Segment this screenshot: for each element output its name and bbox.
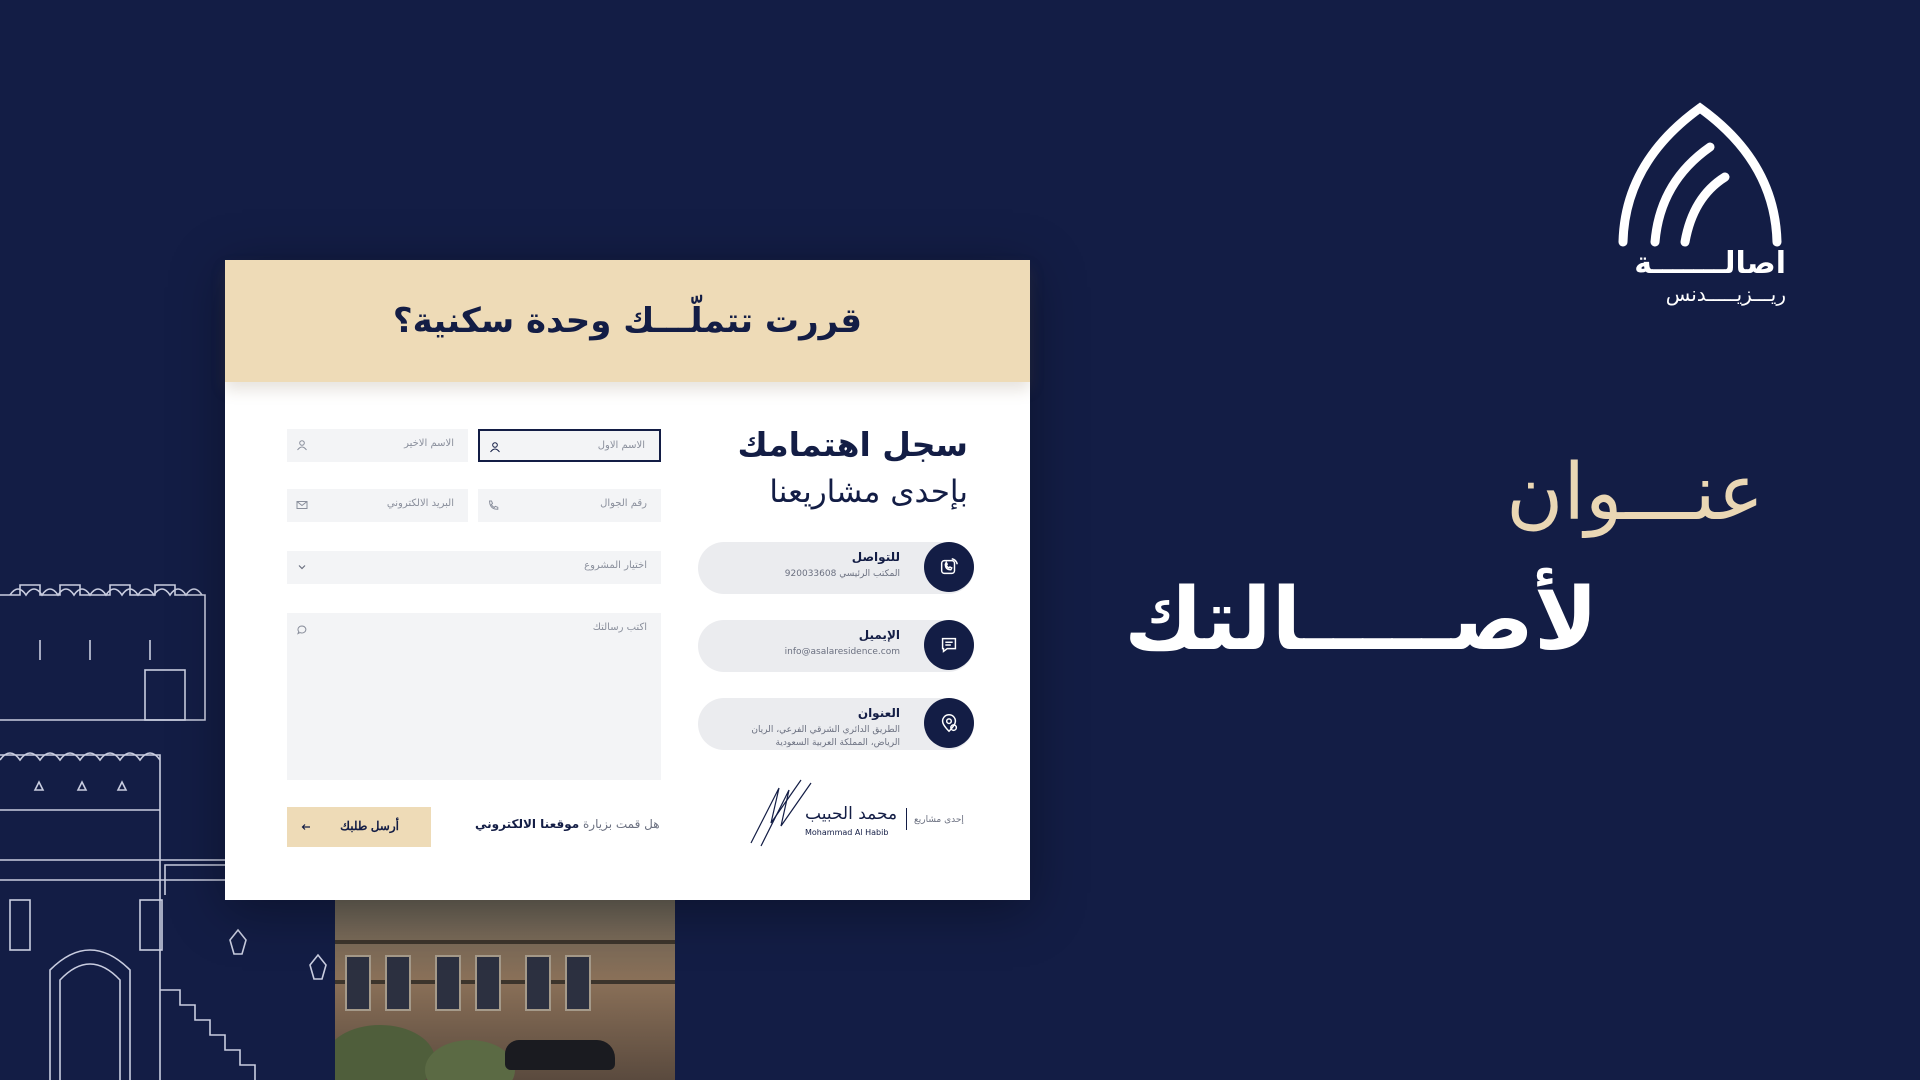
signature-divider xyxy=(906,808,907,830)
first-name-field[interactable]: الاسم الاول xyxy=(478,429,661,462)
arch-logo-icon xyxy=(1618,102,1782,247)
message-textarea[interactable]: اكتب رسالتك xyxy=(287,613,661,780)
signature-name-ar: محمد الحبيب xyxy=(805,804,898,824)
projects-subheading: بإحدى مشاريعنا xyxy=(769,474,968,510)
contact-address-text: الطريق الدائري الشرقي الفرعي، الريان الر… xyxy=(700,724,900,750)
register-interest-heading: سجل اهتمامك xyxy=(737,425,968,464)
chat-icon xyxy=(924,620,974,670)
contact-address-item[interactable]: العنوان الطريق الدائري الشرقي الفرعي، ال… xyxy=(698,698,974,750)
card-title: قررت تتملّـــك وحدة سكنية؟ xyxy=(392,301,863,341)
registration-card: قررت تتملّـــك وحدة سكنية؟ سجل اهتمامك ب… xyxy=(225,260,1030,900)
building-photo xyxy=(335,900,675,1080)
logo-name: اصالـــــــة xyxy=(1634,246,1786,281)
website-link[interactable]: موقعنا الالكتروني xyxy=(475,817,579,831)
message-placeholder: اكتب رسالتك xyxy=(592,622,647,633)
location-icon xyxy=(924,698,974,748)
contact-address-title: العنوان xyxy=(857,706,900,720)
first-name-placeholder: الاسم الاول xyxy=(597,440,645,451)
project-placeholder: اختيار المشروع xyxy=(584,560,647,571)
contact-phone-item[interactable]: للتواصل المكتب الرئيسي 920033608 xyxy=(698,542,974,594)
logo-subtitle: ريـــزيـــــدنس xyxy=(1665,282,1786,306)
visit-website-text: هل قمت بزيارة موقعنا الالكتروني xyxy=(475,817,660,831)
brand-logo: اصالـــــــة ريـــزيـــــدنس xyxy=(1615,102,1790,312)
user-icon xyxy=(297,440,307,451)
project-select[interactable]: اختيار المشروع xyxy=(287,551,661,584)
signature-name-en: Mohammad Al Habib xyxy=(805,828,889,837)
email-field[interactable]: البريد الالكتروني xyxy=(287,489,468,522)
contact-address-line-1: الطريق الدائري الشرقي الفرعي، الريان xyxy=(751,725,900,735)
headline-line-1: عنـــوان xyxy=(1506,448,1764,538)
contact-address-line-2: الرياض، المملكة العربية السعودية xyxy=(775,738,900,748)
last-name-placeholder: الاسم الاخير xyxy=(404,438,454,449)
developer-signature: محمد الحبيب Mohammad Al Habib إحدى مشاري… xyxy=(749,778,971,848)
contact-email-item[interactable]: الإيميل info@asalaresidence.com xyxy=(698,620,974,672)
phone-icon xyxy=(924,542,974,592)
email-placeholder: البريد الالكتروني xyxy=(386,498,454,509)
contact-phone-text: المكتب الرئيسي 920033608 xyxy=(784,569,900,579)
user-icon xyxy=(490,442,500,453)
phone-small-icon xyxy=(488,500,499,510)
visit-prefix: هل قمت بزيارة xyxy=(583,817,660,831)
arrow-left-icon xyxy=(301,824,310,830)
last-name-field[interactable]: الاسم الاخير xyxy=(287,429,468,462)
contact-phone-title: للتواصل xyxy=(851,550,900,564)
signature-label: إحدى مشاريع xyxy=(914,815,964,825)
mail-icon xyxy=(296,501,308,509)
chevron-down-icon xyxy=(298,565,306,570)
submit-label: أرسل طلبك xyxy=(340,819,399,833)
contact-email-text: info@asalaresidence.com xyxy=(784,647,900,657)
phone-field[interactable]: رقم الجوال xyxy=(478,489,661,522)
contact-email-title: الإيميل xyxy=(858,628,900,642)
phone-placeholder: رقم الجوال xyxy=(600,498,647,509)
headline-line-2: لأصـــــالتك xyxy=(1124,570,1598,670)
submit-button[interactable]: أرسل طلبك xyxy=(287,807,431,847)
comment-icon xyxy=(297,625,307,635)
card-header: قررت تتملّـــك وحدة سكنية؟ xyxy=(225,260,1030,382)
